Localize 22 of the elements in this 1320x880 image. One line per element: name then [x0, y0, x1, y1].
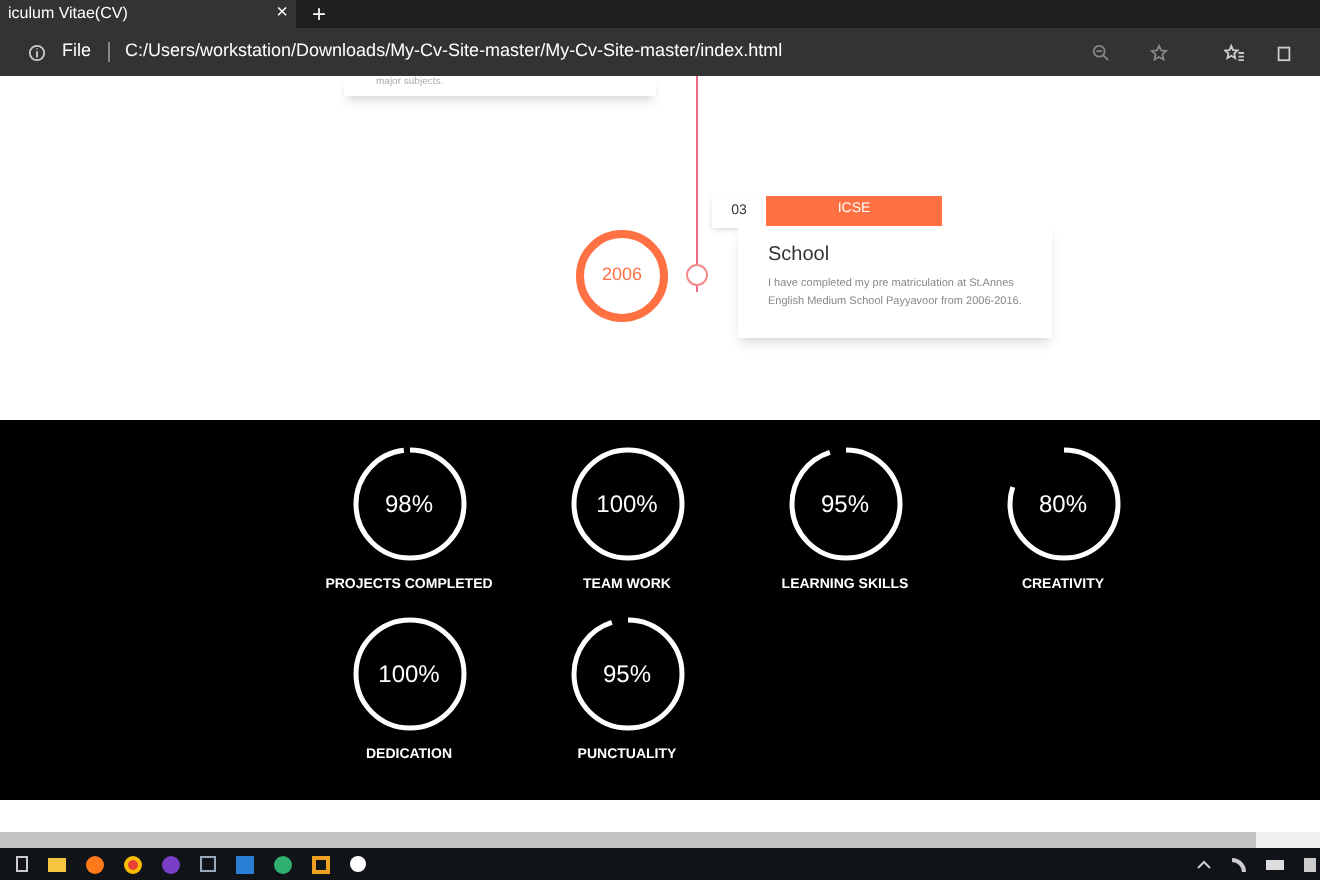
skill-percentage: 80%	[1036, 488, 1090, 522]
address-scheme: File	[62, 38, 92, 65]
star-icon[interactable]	[1150, 43, 1168, 61]
address-field[interactable]: C:/Users/workstation/Downloads/My-Cv-Site-master/My-Cv-Site-master/index.html	[125, 38, 1076, 66]
info-icon[interactable]	[28, 43, 46, 61]
new-tab-button[interactable]: +	[312, 2, 327, 26]
tray-chevron-icon[interactable]	[1196, 858, 1212, 870]
skill-percentage: 100%	[376, 657, 442, 691]
circle-app-icon[interactable]	[350, 856, 366, 872]
skill-percentage: 95%	[600, 657, 654, 691]
skill-percentage: 100%	[594, 488, 660, 522]
year-badge: 2006	[576, 230, 668, 322]
skill-percentage: 95%	[818, 488, 872, 522]
browser-tab[interactable]: iculum Vitae(CV) ×	[0, 0, 296, 28]
favorites-icon[interactable]	[1224, 43, 1244, 61]
app-icon[interactable]	[162, 855, 180, 873]
tab-title: iculum Vitae(CV)	[8, 2, 128, 26]
skill-percentage: 98%	[382, 488, 436, 522]
tab-close-button[interactable]: ×	[276, 4, 288, 24]
zoom-icon[interactable]	[1092, 43, 1110, 61]
card-title: School	[768, 242, 832, 270]
horizontal-scrollbar[interactable]	[0, 832, 1256, 848]
